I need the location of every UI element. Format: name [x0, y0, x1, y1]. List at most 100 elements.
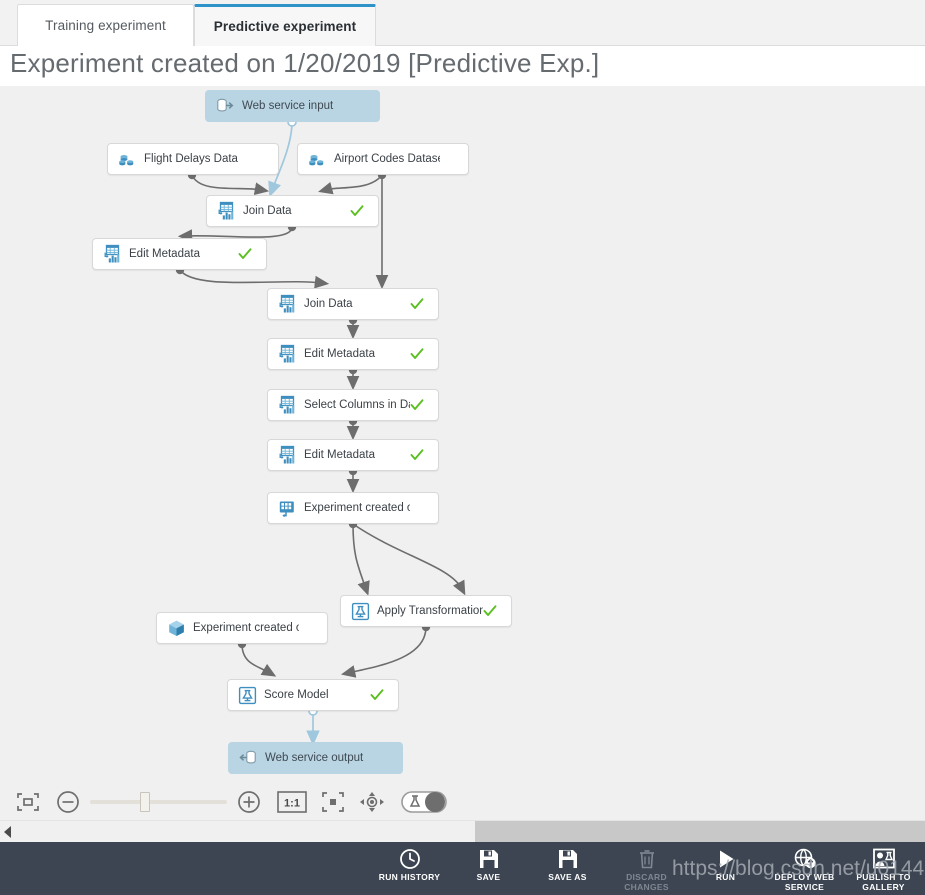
fit-selection-icon[interactable] — [16, 792, 40, 812]
data-transform-icon — [277, 344, 297, 364]
node-status-check-icon — [440, 152, 454, 166]
canvas-node-flight[interactable]: Flight Delays Data — [107, 143, 279, 175]
canvas-node-label: Flight Delays Data — [144, 153, 238, 165]
experiment-canvas[interactable]: Web service input Flight Delays Data Air… — [0, 86, 925, 784]
fit-to-window-icon[interactable] — [321, 791, 345, 813]
toolbar-run-history-label: RUN HISTORY — [378, 872, 441, 882]
azure-ml-studio-window: Training experiment Predictive experimen… — [0, 0, 925, 895]
canvas-node-label: Edit Metadata — [304, 348, 375, 360]
trained-model-icon — [166, 618, 186, 638]
canvas-node-label: Experiment created on 1202... — [304, 502, 410, 514]
toolbar-save-as-label: SAVE AS — [548, 872, 587, 882]
experiment-tab-strip: Training experiment Predictive experimen… — [0, 0, 925, 46]
canvas-node-join2[interactable]: Join Data — [267, 288, 439, 320]
save-icon — [478, 847, 500, 871]
data-transform-icon — [277, 395, 297, 415]
canvas-node-exp-trans[interactable]: Experiment created on 1202... — [267, 492, 439, 524]
canvas-node-selcols[interactable]: Select Columns in Dataset — [267, 389, 439, 421]
canvas-node-label: Edit Metadata — [304, 449, 375, 461]
toolbar-publish-to-gallery-button[interactable]: PUBLISH TO GALLERY — [844, 842, 923, 895]
canvas-node-applytrans[interactable]: Apply Transformation — [340, 595, 512, 627]
toolbar-items: RUN HISTORY SAVE SAVE AS DISCARD CHANGES RUN… — [370, 842, 923, 895]
toolbar-run-label: RUN — [715, 872, 736, 882]
canvas-node-score[interactable]: Score Model — [227, 679, 399, 711]
canvas-zoom-toolbar: 1:1 — [0, 784, 925, 820]
node-status-check-icon — [410, 448, 424, 462]
dataset-icon — [307, 149, 327, 169]
data-transform-icon — [277, 294, 297, 314]
node-status-check-icon — [299, 621, 313, 635]
toolbar-deploy-web-service-label: DEPLOY WEB SERVICE — [774, 872, 835, 892]
node-status-check-icon — [410, 347, 424, 361]
node-status-check-icon — [250, 152, 264, 166]
one-to-one-icon[interactable]: 1:1 — [277, 791, 307, 813]
tab-predictive-experiment-label: Predictive experiment — [213, 19, 357, 34]
canvas-node-label: Web service input — [242, 100, 334, 112]
canvas-node-label: Edit Metadata — [129, 248, 200, 260]
canvas-node-editmeta1[interactable]: Edit Metadata — [92, 238, 267, 270]
trash-icon — [636, 847, 658, 871]
play-icon — [715, 847, 737, 871]
bottom-command-bar: RUN HISTORY SAVE SAVE AS DISCARD CHANGES RUN… — [0, 842, 925, 895]
canvas-node-label: Score Model — [264, 689, 329, 701]
one-to-one-label: 1:1 — [284, 798, 300, 810]
canvas-node-ws-input[interactable]: Web service input — [205, 90, 380, 122]
web-service-output-icon — [238, 748, 258, 768]
scroll-left-arrow-icon[interactable] — [3, 825, 13, 839]
dataset-icon — [117, 149, 137, 169]
canvas-node-ws-output[interactable]: Web service output — [228, 742, 403, 774]
model-icon — [350, 601, 370, 621]
transform-asset-icon — [277, 498, 297, 518]
canvas-horizontal-scrollbar[interactable] — [0, 820, 925, 842]
toolbar-save-button[interactable]: SAVE — [449, 842, 528, 895]
gallery-icon — [872, 847, 896, 871]
experiment-toggle-icon[interactable] — [401, 790, 447, 814]
globe-upload-icon — [793, 847, 817, 871]
canvas-node-editmeta3[interactable]: Edit Metadata — [267, 439, 439, 471]
toolbar-run-history-button[interactable]: RUN HISTORY — [370, 842, 449, 895]
data-transform-icon — [216, 201, 236, 221]
tab-training-experiment-label: Training experiment — [45, 18, 166, 33]
node-status-check-icon — [410, 501, 424, 515]
node-status-check-icon — [351, 99, 365, 113]
toolbar-discard-changes-label: DISCARD CHANGES — [624, 872, 669, 892]
node-status-check-icon — [410, 398, 424, 412]
canvas-node-label: Join Data — [304, 298, 353, 310]
save-as-icon — [557, 847, 579, 871]
zoom-out-icon[interactable] — [56, 790, 80, 814]
canvas-node-label: Web service output — [265, 752, 364, 764]
toolbar-save-as-button[interactable]: SAVE AS — [528, 842, 607, 895]
canvas-node-label: Join Data — [243, 205, 292, 217]
toolbar-run-button[interactable]: RUN — [686, 842, 765, 895]
toolbar-deploy-web-service-button[interactable]: DEPLOY WEB SERVICE — [765, 842, 844, 895]
canvas-node-label: Experiment created on 1202... — [193, 622, 299, 634]
toolbar-save-label: SAVE — [476, 872, 501, 882]
node-status-check-icon — [374, 751, 388, 765]
clock-icon — [399, 847, 421, 871]
pan-icon[interactable] — [359, 791, 385, 813]
scrollbar-thumb[interactable] — [475, 821, 925, 842]
page-title: Experiment created on 1/20/2019 [Predict… — [10, 48, 600, 78]
canvas-node-join1[interactable]: Join Data — [206, 195, 379, 227]
canvas-node-label: Airport Codes Dataset — [334, 153, 440, 165]
node-status-check-icon — [410, 297, 424, 311]
canvas-node-label: Apply Transformation — [377, 605, 483, 617]
web-service-input-icon — [215, 96, 235, 116]
canvas-node-airport[interactable]: Airport Codes Dataset — [297, 143, 469, 175]
canvas-node-editmeta2[interactable]: Edit Metadata — [267, 338, 439, 370]
edge-layer — [175, 117, 466, 746]
node-status-check-icon — [370, 688, 384, 702]
model-icon — [237, 685, 257, 705]
zoom-in-icon[interactable] — [237, 790, 261, 814]
canvas-node-exp-model[interactable]: Experiment created on 1202... — [156, 612, 328, 644]
tab-training-experiment[interactable]: Training experiment — [17, 4, 194, 46]
zoom-slider-thumb[interactable] — [140, 792, 150, 812]
zoom-slider[interactable] — [90, 792, 227, 812]
node-status-check-icon — [483, 604, 497, 618]
data-transform-icon — [277, 445, 297, 465]
node-status-check-icon — [238, 247, 252, 261]
data-transform-icon — [102, 244, 122, 264]
node-status-check-icon — [350, 204, 364, 218]
toolbar-discard-changes-button: DISCARD CHANGES — [607, 842, 686, 895]
tab-predictive-experiment[interactable]: Predictive experiment — [194, 4, 376, 46]
